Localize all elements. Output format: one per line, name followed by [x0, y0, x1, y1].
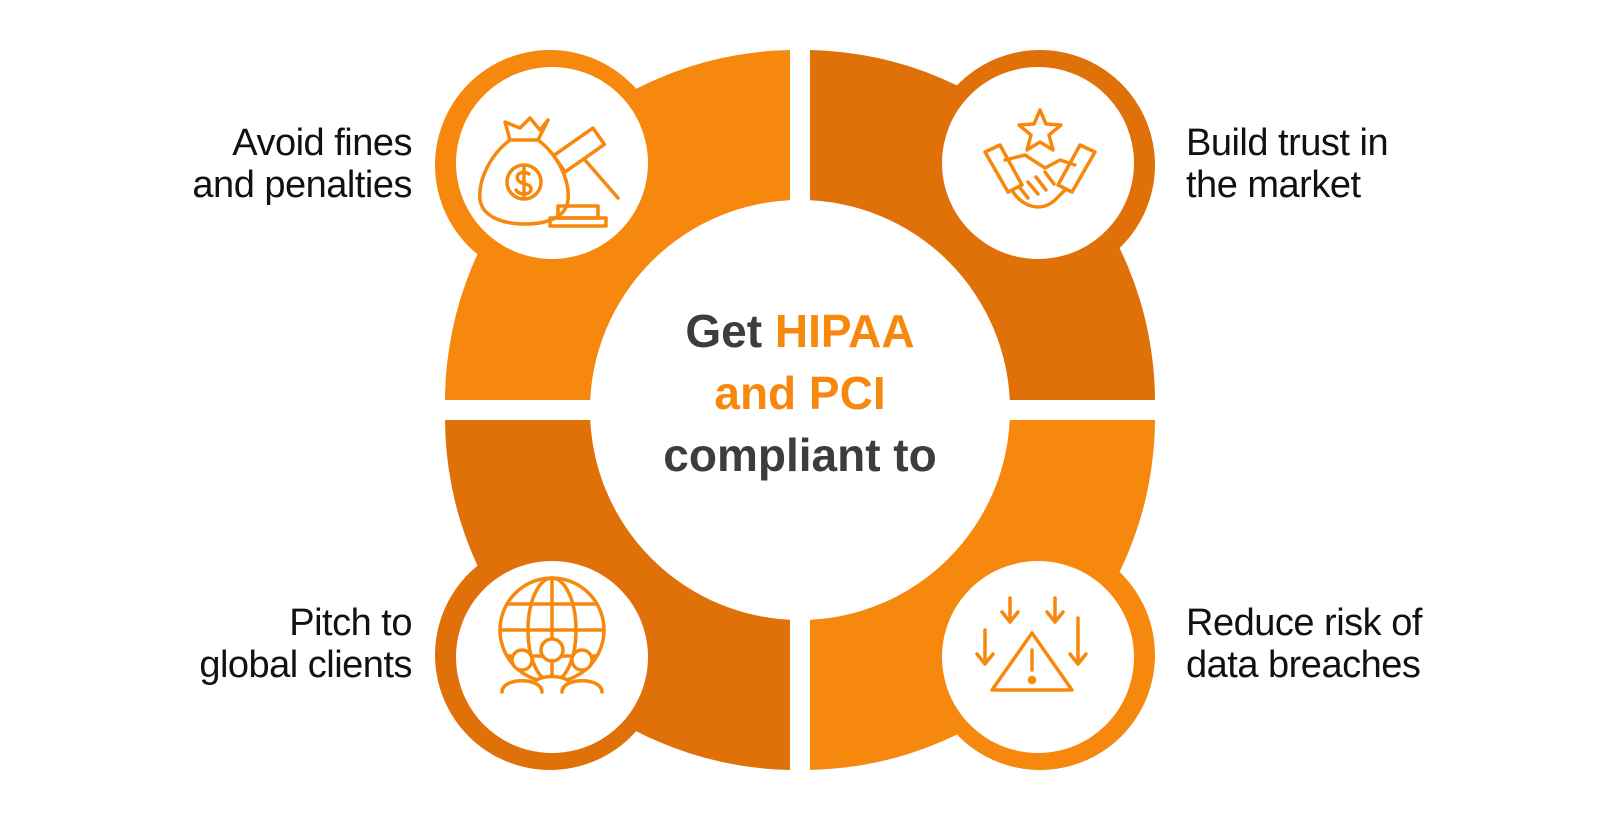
label-avoid-fines-line1: Avoid fines	[232, 122, 412, 164]
label-reduce-risk-line1: Reduce risk of	[1186, 602, 1422, 644]
node-inner-bottom-right	[942, 561, 1134, 753]
label-pitch-global-line2: global clients	[199, 644, 412, 686]
center-line-1: Get HIPAA	[610, 300, 990, 362]
center-get: Get	[685, 305, 763, 357]
label-pitch-global: Pitch to global clients	[112, 602, 412, 686]
center-and-pci: and PCI	[714, 367, 886, 419]
label-avoid-fines-line2: and penalties	[192, 164, 412, 206]
label-build-trust: Build trust in the market	[1186, 122, 1486, 206]
center-heading: Get HIPAA and PCI compliant to	[610, 300, 990, 486]
node-inner-top-left	[456, 67, 648, 259]
label-reduce-risk: Reduce risk of data breaches	[1186, 602, 1486, 686]
label-build-trust-line1: Build trust in	[1186, 122, 1389, 164]
label-avoid-fines: Avoid fines and penalties	[112, 122, 412, 206]
center-hipaa: HIPAA	[774, 305, 915, 357]
center-compliant-to: compliant to	[663, 429, 937, 481]
label-build-trust-line2: the market	[1186, 164, 1361, 206]
label-pitch-global-line1: Pitch to	[289, 602, 412, 644]
label-reduce-risk-line2: data breaches	[1186, 644, 1421, 686]
